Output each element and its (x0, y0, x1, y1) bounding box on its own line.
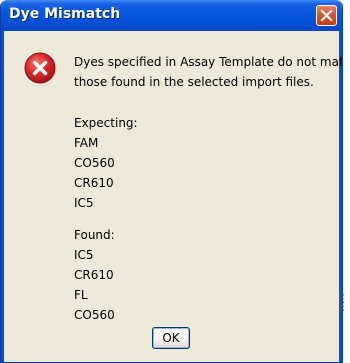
close-button[interactable] (316, 5, 337, 26)
found-heading: Found: (74, 228, 115, 242)
figure-number: 09176 (339, 292, 346, 312)
window-frame-left (1, 31, 4, 362)
found-item: IC5 (74, 248, 94, 262)
window-title: Dye Mismatch (9, 6, 121, 22)
found-item: FL (74, 288, 88, 302)
found-item: CO560 (74, 308, 115, 322)
expecting-heading: Expecting: (74, 116, 138, 130)
expecting-item: IC5 (74, 196, 94, 210)
error-icon (24, 52, 56, 84)
expecting-item: FAM (74, 136, 99, 150)
expecting-item: CR610 (74, 176, 114, 190)
close-icon (320, 9, 333, 22)
expecting-list: Expecting: FAM CO560 CR610 IC5 (74, 113, 138, 213)
ok-button[interactable]: OK (152, 327, 190, 349)
found-item: CR610 (74, 268, 114, 282)
error-message: Dyes specified in Assay Template do not … (74, 52, 343, 92)
window-frame-right (339, 31, 342, 362)
found-list: Found: IC5 CR610 FL CO560 (74, 225, 115, 325)
message-line: those found in the selected import files… (74, 75, 314, 89)
message-line: Dyes specified in Assay Template do not … (74, 55, 343, 69)
title-bar[interactable]: Dye Mismatch (1, 0, 342, 31)
expecting-item: CO560 (74, 156, 115, 170)
dialog-window: Dye Mismatch Dyes specified in Assay Tem… (0, 0, 343, 363)
